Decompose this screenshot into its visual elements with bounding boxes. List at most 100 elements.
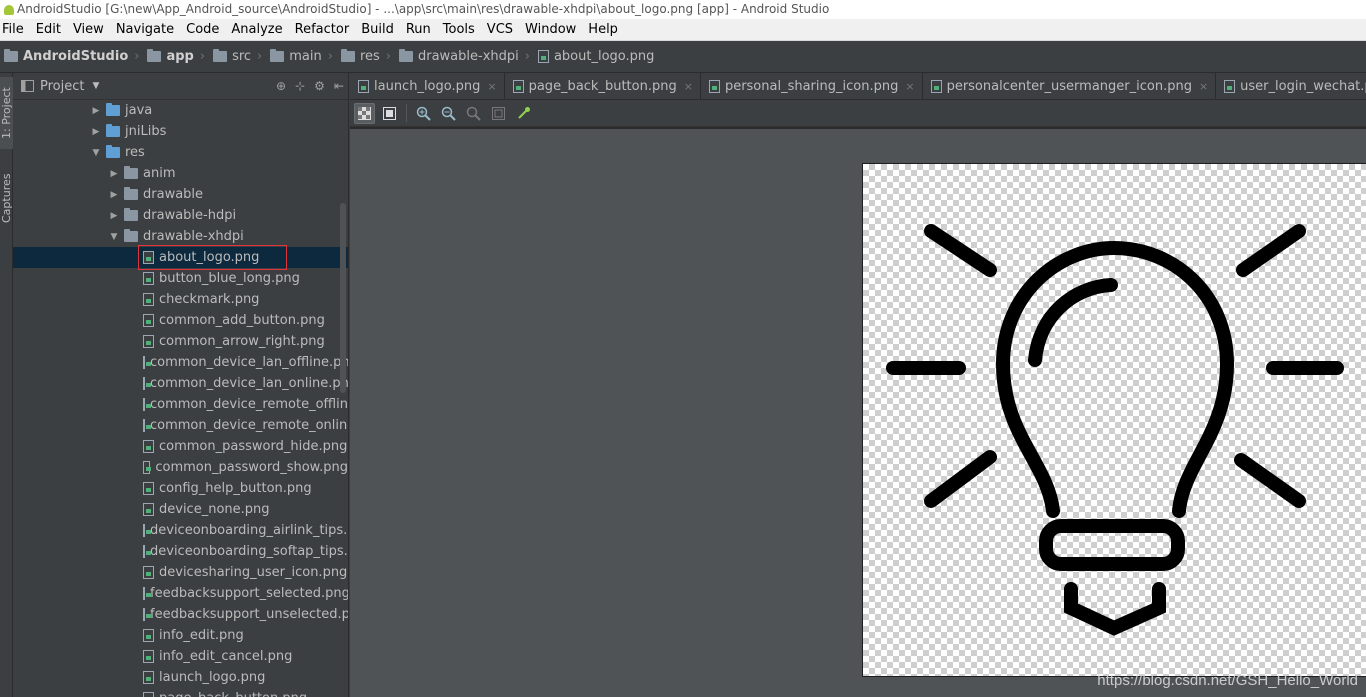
editor-tab[interactable]: launch_logo.png × (350, 73, 505, 99)
image-file-icon (143, 314, 154, 327)
watermark-text: https://blog.csdn.net/GSH_Hello_World (1097, 672, 1358, 689)
expand-arrow-icon[interactable]: ▼ (107, 232, 121, 242)
tree-file[interactable]: common_arrow_right.png (13, 331, 348, 352)
editor-tab[interactable]: user_login_wechat.png× (1216, 73, 1366, 99)
tree-file[interactable]: common_password_show.png (13, 457, 348, 478)
crumb-src[interactable]: src › (209, 49, 266, 64)
tree-file[interactable]: common_device_lan_online.png (13, 373, 348, 394)
crumb-main[interactable]: main › (266, 49, 337, 64)
tree-item-label: jniLibs (125, 124, 167, 139)
tree-file[interactable]: page_back_button.png (13, 688, 348, 697)
tree-folder[interactable]: ▶ java (13, 100, 348, 121)
menu-edit[interactable]: Edit (30, 20, 67, 40)
chevron-down-icon[interactable]: ▼ (92, 81, 99, 91)
menu-code[interactable]: Code (180, 20, 225, 40)
image-canvas[interactable]: https://blog.csdn.net/GSH_Hello_World (350, 129, 1366, 697)
tree-file[interactable]: deviceonboarding_softap_tips.pr (13, 541, 348, 562)
crumb-file[interactable]: about_logo.png (534, 49, 658, 64)
collapse-all-icon[interactable]: ⊹ (295, 79, 305, 93)
tree-file[interactable]: feedbacksupport_unselected.pn (13, 604, 348, 625)
editor-tab-label: personal_sharing_icon.png (724, 79, 899, 94)
editor-tab[interactable]: personalcenter_usermanger_icon.png × (923, 73, 1217, 99)
tree-folder[interactable]: ▼ drawable-xhdpi (13, 226, 348, 247)
zoom-in-icon[interactable] (413, 103, 434, 124)
tree-folder[interactable]: ▶ anim (13, 163, 348, 184)
expand-arrow-icon[interactable]: ▼ (89, 148, 103, 158)
tree-file[interactable]: common_add_button.png (13, 310, 348, 331)
tab-captures-tool[interactable]: Captures (0, 165, 14, 231)
menu-window[interactable]: Window (519, 20, 582, 40)
editor-tab[interactable]: personal_sharing_icon.png × (701, 73, 923, 99)
crumb-app[interactable]: app › (143, 49, 209, 64)
close-icon[interactable]: × (487, 80, 496, 93)
tree-file[interactable]: common_password_hide.png (13, 436, 348, 457)
tree-item-label: page_back_button.png (159, 691, 307, 697)
tab-project-tool[interactable]: 1: Project (0, 77, 14, 149)
collapse-arrow-icon[interactable]: ▶ (89, 127, 103, 137)
image-file-icon (1224, 80, 1236, 93)
tree-file[interactable]: device_none.png (13, 499, 348, 520)
collapse-arrow-icon[interactable]: ▶ (107, 190, 121, 200)
image-file-icon (143, 587, 151, 600)
window-titlebar: AndroidStudio [G:\new\App_Android_source… (0, 0, 1366, 19)
crumb-project[interactable]: AndroidStudio › (0, 49, 143, 64)
menu-analyze[interactable]: Analyze (225, 20, 288, 40)
folder-icon (124, 229, 138, 242)
tree-folder[interactable]: ▼ res (13, 142, 348, 163)
menu-file[interactable]: File (0, 20, 30, 40)
editor-tab[interactable]: page_back_button.png × (505, 73, 701, 99)
editor-area: launch_logo.png × page_back_button.png × per… (350, 73, 1366, 697)
crumb-drawable-xhdpi[interactable]: drawable-xhdpi › (395, 49, 534, 64)
tree-file[interactable]: button_blue_long.png (13, 268, 348, 289)
tree-file[interactable]: info_edit.png (13, 625, 348, 646)
zoom-out-icon[interactable] (438, 103, 459, 124)
project-view-selector[interactable]: Project (40, 79, 84, 94)
actual-size-icon[interactable] (463, 103, 484, 124)
project-scrollbar[interactable] (340, 203, 346, 393)
scroll-from-source-icon[interactable]: ⊕ (276, 79, 286, 93)
tree-file[interactable]: common_device_remote_online.p (13, 415, 348, 436)
fit-window-icon[interactable] (488, 103, 509, 124)
menu-run[interactable]: Run (400, 20, 437, 40)
tree-folder[interactable]: ▶ drawable-hdpi (13, 205, 348, 226)
collapse-arrow-icon[interactable]: ▶ (89, 106, 103, 116)
project-view-icon (21, 80, 34, 92)
menu-tools[interactable]: Tools (437, 20, 481, 40)
tree-file[interactable]: checkmark.png (13, 289, 348, 310)
close-icon[interactable]: × (905, 80, 914, 93)
tree-folder[interactable]: ▶ jniLibs (13, 121, 348, 142)
menu-help[interactable]: Help (582, 20, 624, 40)
tree-file[interactable]: launch_logo.png (13, 667, 348, 688)
tree-file[interactable]: about_logo.png (13, 245, 348, 270)
tree-file[interactable]: feedbacksupport_selected.png (13, 583, 348, 604)
close-icon[interactable]: × (684, 80, 693, 93)
tree-file[interactable]: info_edit_cancel.png (13, 646, 348, 667)
crumb-res[interactable]: res › (337, 49, 395, 64)
menu-build[interactable]: Build (355, 20, 400, 40)
tree-item-label: anim (143, 166, 176, 181)
image-file-icon (512, 80, 524, 93)
collapse-arrow-icon[interactable]: ▶ (107, 211, 121, 221)
collapse-arrow-icon[interactable]: ▶ (107, 169, 121, 179)
folder-icon (124, 208, 138, 221)
menu-view[interactable]: View (67, 20, 110, 40)
menu-navigate[interactable]: Navigate (110, 20, 180, 40)
image-file-icon (143, 293, 154, 306)
tree-file[interactable]: common_device_lan_offline.png (13, 352, 348, 373)
tree-folder[interactable]: ▶ drawable (13, 184, 348, 205)
color-picker-icon[interactable] (513, 103, 534, 124)
chessboard-toggle-icon[interactable] (354, 102, 375, 124)
grid-toggle-icon[interactable] (379, 103, 400, 124)
gear-icon[interactable]: ⚙ (314, 79, 325, 93)
tree-file[interactable]: config_help_button.png (13, 478, 348, 499)
tree-file[interactable]: deviceonboarding_airlink_tips.pr (13, 520, 348, 541)
menu-vcs[interactable]: VCS (481, 20, 519, 40)
editor-tab-label: user_login_wechat.png (1240, 79, 1366, 94)
tree-item-label: devicesharing_user_icon.png (159, 565, 348, 580)
tree-file[interactable]: devicesharing_user_icon.png (13, 562, 348, 583)
image-file-icon (708, 80, 720, 93)
menu-refactor[interactable]: Refactor (289, 20, 356, 40)
close-icon[interactable]: × (1199, 80, 1208, 93)
hide-panel-icon[interactable]: ⇤ (334, 79, 344, 93)
tree-file[interactable]: common_device_remote_offline.p (13, 394, 348, 415)
